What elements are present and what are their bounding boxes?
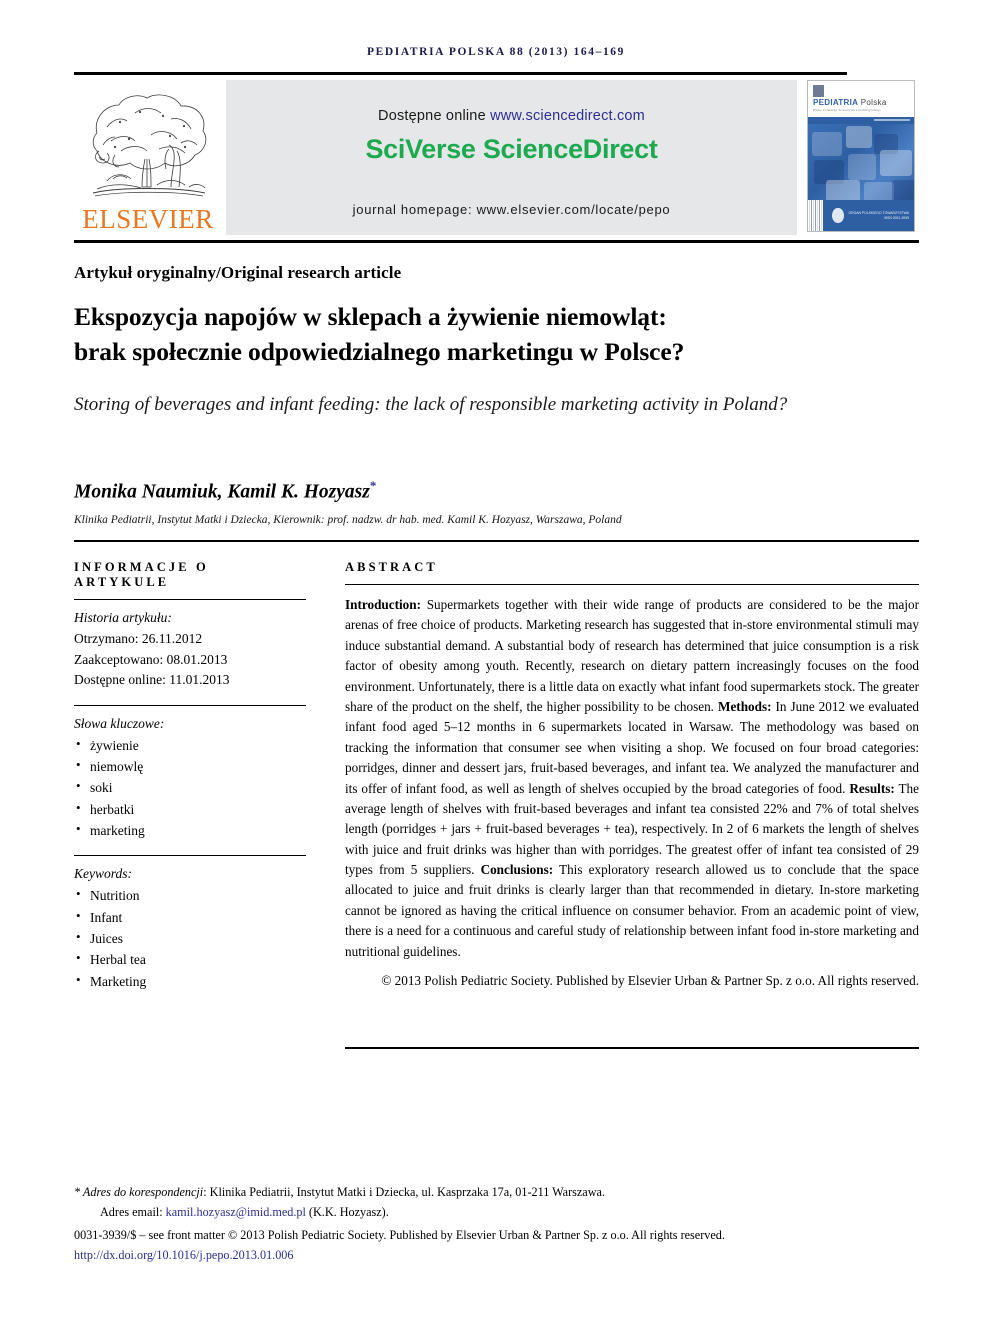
keywords-pl-label: Słowa kluczowe: — [74, 715, 165, 731]
correspondence-marker: * — [74, 1185, 81, 1199]
history-accepted: Zaakceptowano: 08.01.2013 — [74, 651, 228, 667]
abstract-text-introduction: Supermarkets together with their wide ra… — [345, 597, 919, 714]
correspondence-line: * Adres do korespondencji: Klinika Pedia… — [74, 1183, 919, 1202]
article-history: Historia artykułu: Otrzymano: 26.11.2012… — [74, 610, 306, 691]
masthead-bottom-rule — [74, 240, 919, 243]
keywords-en-list: Nutrition Infant Juices Herbal tea Marke… — [74, 884, 306, 992]
email-label: Adres email: — [100, 1204, 163, 1219]
elsevier-wordmark: ELSEVIER — [82, 204, 214, 234]
list-item: Marketing — [74, 969, 306, 992]
cover-title-second: Polska — [860, 98, 887, 107]
cover-emblem-icon — [813, 85, 824, 97]
article-info-heading: INFORMACJE O ARTYKULE — [74, 560, 209, 589]
authors-names: Monika Naumiuk, Kamil K. Hozyasz — [74, 481, 370, 503]
sciencedirect-url[interactable]: www.sciencedirect.com — [490, 108, 645, 124]
abstract-label-methods: Methods: — [718, 698, 772, 714]
page-title: Ekspozycja napojów w sklepach a żywienie… — [74, 300, 909, 369]
abstract-text: Introduction: Supermarkets together with… — [345, 595, 919, 962]
list-item: Herbal tea — [74, 948, 306, 970]
journal-homepage-line[interactable]: journal homepage: www.elsevier.com/locat… — [226, 202, 797, 217]
sciverse-sciencedirect-logo: SciVerse ScienceDirect — [365, 134, 658, 164]
doi-link[interactable]: http://dx.doi.org/10.1016/j.pepo.2013.01… — [74, 1248, 294, 1262]
list-item: niemowlę — [74, 755, 306, 777]
elsevier-tree-icon — [92, 94, 207, 197]
keywords-pl-list: żywienie niemowlę soki herbatki marketin… — [74, 734, 306, 842]
keywords-en-block: Keywords: Nutrition Infant Juices Herbal… — [74, 855, 306, 992]
doi-line: http://dx.doi.org/10.1016/j.pepo.2013.01… — [74, 1246, 919, 1265]
cover-artwork — [808, 124, 914, 202]
copyright-line: © 2013 Polish Pediatric Society. Publish… — [381, 973, 919, 989]
article-type: Artykuł oryginalny/Original research art… — [74, 263, 402, 282]
email-owner: (K.K. Hozyasz). — [308, 1204, 389, 1219]
masthead: ELSEVIER Dostępne online www.sciencedire… — [74, 72, 919, 243]
cover-strip — [808, 117, 914, 124]
list-item: Juices — [74, 927, 306, 949]
keywords-en-label: Keywords: — [74, 866, 132, 882]
journal-cover-thumbnail: PEDIATRIA Polska Pismo Polskiego Towarzy… — [807, 80, 919, 235]
list-item: Nutrition — [74, 884, 306, 906]
masthead-top-rule — [74, 72, 847, 75]
correspondence-address: : Klinika Pediatrii, Instytut Matki i Dz… — [203, 1185, 605, 1199]
front-matter-line: 0031-3939/$ – see front matter © 2013 Po… — [74, 1228, 725, 1243]
authors: Monika Naumiuk, Kamil K. Hozyasz* — [74, 478, 376, 504]
list-item: soki — [74, 776, 306, 798]
abstract-end-rule — [345, 1047, 919, 1049]
corresponding-author-marker: * — [369, 478, 377, 493]
keywords-pl-rule — [74, 704, 306, 706]
title-pl-line2: brak społecznie odpowiedzialnego marketi… — [74, 336, 685, 366]
list-item: żywienie — [74, 734, 306, 756]
cover-subtitle: Pismo Polskiego Towarzystwa Pediatryczne… — [813, 108, 881, 112]
list-item: Infant — [74, 906, 306, 928]
article-history-label: Historia artykułu: — [74, 610, 172, 625]
list-item: herbatki — [74, 798, 306, 820]
article-info-rule — [74, 599, 306, 600]
authors-rule — [74, 540, 919, 542]
cover-barcode-icon — [808, 200, 824, 231]
available-online-label: Dostępne online — [378, 108, 486, 124]
list-item: marketing — [74, 819, 306, 841]
sciencedirect-banner: Dostępne online www.sciencedirect.com Sc… — [226, 80, 797, 235]
article-info-column: INFORMACJE O ARTYKULE Historia artykułu:… — [74, 560, 306, 992]
cover-footer-text: ORGAN POLSKIEGO TOWARZYSTWA ISSN 0031-39… — [848, 210, 909, 220]
abstract-label-conclusions: Conclusions: — [480, 862, 554, 878]
cover-footer: ORGAN POLSKIEGO TOWARZYSTWA ISSN 0031-39… — [808, 200, 914, 231]
cover-seal-icon — [832, 208, 844, 223]
cover-header: PEDIATRIA Polska Pismo Polskiego Towarzy… — [808, 81, 914, 117]
cover-title-main: PEDIATRIA — [813, 98, 859, 107]
affiliation: Klinika Pediatrii, Instytut Matki i Dzie… — [74, 514, 622, 526]
history-available-online: Dostępne online: 11.01.2013 — [74, 672, 230, 688]
abstract-rule — [345, 584, 919, 585]
available-online-line: Dostępne online www.sciencedirect.com — [226, 80, 797, 124]
elsevier-logo: ELSEVIER — [74, 80, 222, 235]
journal-article-page: PEDIATRIA POLSKA 88 (2013) 164–169 ELSEV… — [0, 0, 992, 1323]
keywords-pl-block: Słowa kluczowe: żywienie niemowlę soki h… — [74, 704, 306, 842]
running-head: PEDIATRIA POLSKA 88 (2013) 164–169 — [366, 46, 625, 58]
title-pl-line1: Ekspozycja napojów w sklepach a żywienie… — [74, 302, 667, 331]
history-received: Otrzymano: 26.11.2012 — [74, 631, 203, 646]
abstract-heading: ABSTRACT — [345, 560, 438, 574]
keywords-en-rule — [74, 855, 306, 857]
abstract-label-results: Results: — [849, 780, 895, 796]
correspondence-label: Adres do korespondencji — [82, 1185, 204, 1199]
page-footer: * Adres do korespondencji: Klinika Pedia… — [74, 1183, 919, 1264]
email-line: Adres email: kamil.hozyasz@imid.med.pl (… — [74, 1203, 919, 1222]
title-en: Storing of beverages and infant feeding:… — [74, 394, 788, 415]
email-address[interactable]: kamil.hozyasz@imid.med.pl — [166, 1205, 306, 1219]
abstract-label-introduction: Introduction: — [345, 597, 421, 612]
abstract-column: ABSTRACT Introduction: Supermarkets toge… — [345, 560, 919, 991]
